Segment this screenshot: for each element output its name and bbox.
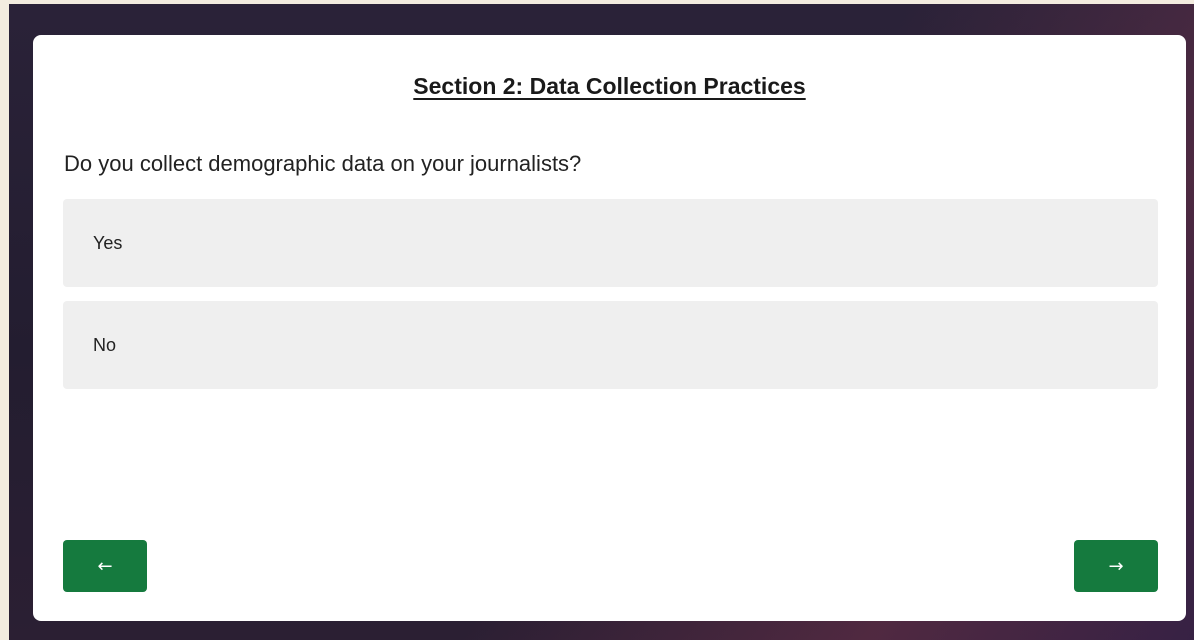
answer-option-no-label: No [93, 334, 117, 355]
arrow-right-icon: → [1108, 555, 1124, 577]
answer-option-no[interactable]: No [63, 301, 1158, 389]
section-title: Section 2: Data Collection Practices [413, 73, 806, 99]
answer-option-yes[interactable]: Yes [63, 199, 1158, 287]
back-button[interactable]: ← [63, 540, 147, 592]
next-button[interactable]: → [1074, 540, 1158, 592]
arrow-left-icon: ← [97, 555, 113, 577]
question-text: Do you collect demographic data on your … [64, 151, 582, 176]
answer-option-yes-label: Yes [93, 232, 123, 253]
survey-card: Section 2: Data Collection Practices Do … [33, 35, 1186, 621]
